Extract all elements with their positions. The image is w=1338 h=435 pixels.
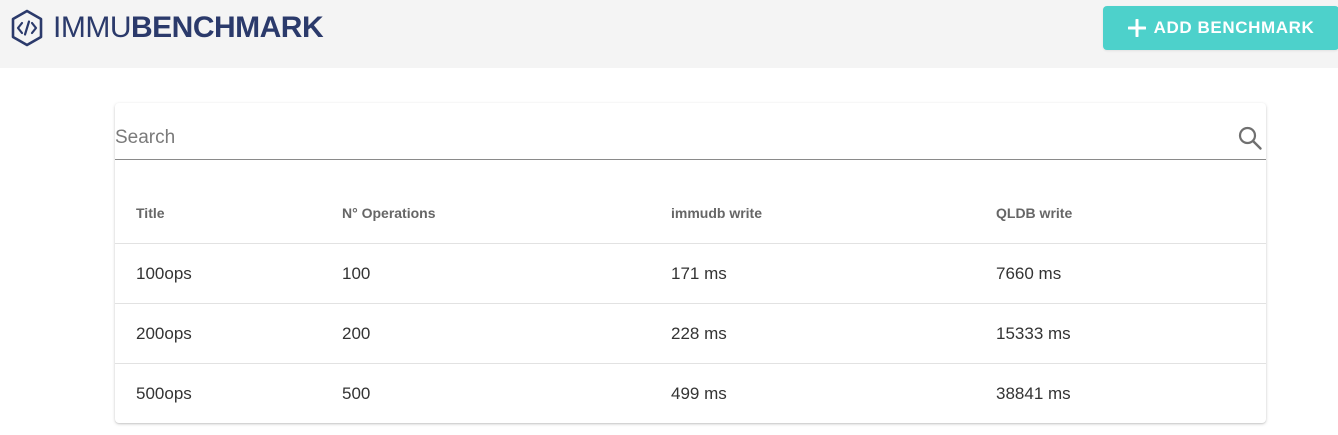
add-benchmark-label: ADD BENCHMARK (1153, 18, 1315, 37)
top-app-bar: IMMUBENCHMARK ADD BENCHMARK (0, 0, 1338, 68)
benchmark-table: Title N° Operations immudb write QLDB wr… (115, 183, 1266, 423)
cell-immudb-write: 499 ms (671, 383, 727, 403)
add-benchmark-button[interactable]: ADD BENCHMARK (1103, 6, 1338, 50)
app-title: IMMUBENCHMARK (53, 8, 324, 48)
table-row[interactable]: 500ops 500 499 ms 38841 ms (115, 364, 1266, 424)
app-logo[interactable]: IMMUBENCHMARK (10, 8, 324, 48)
cell-qldb-write: 15333 ms (996, 303, 1266, 364)
column-header-immudb-write[interactable]: immudb write (671, 183, 996, 244)
cell-immudb-write: 171 ms (671, 243, 996, 304)
search-bar (115, 117, 1266, 160)
app-title-bold: BENCHMARK (130, 11, 324, 44)
column-header-title[interactable]: Title (115, 183, 342, 244)
cell-title: 500ops (136, 383, 192, 403)
cell-title: 100ops (115, 243, 342, 304)
cell-operations: 500 (342, 383, 371, 403)
cell-title: 200ops (115, 303, 342, 364)
benchmark-card: Title N° Operations immudb write QLDB wr… (115, 103, 1266, 423)
code-hexagon-icon (11, 9, 43, 47)
cell-qldb-write: 7660 ms (996, 243, 1266, 304)
app-title-light: IMMU (53, 11, 131, 44)
search-icon[interactable] (1237, 125, 1263, 151)
plus-icon (1127, 19, 1146, 37)
table-row[interactable]: 200ops 200 228 ms 15333 ms (115, 303, 1266, 364)
column-header-operations[interactable]: N° Operations (342, 183, 671, 244)
cell-immudb-write: 228 ms (671, 303, 996, 364)
cell-qldb-write: 38841 ms (996, 383, 1071, 403)
table-row[interactable]: 100ops 100 171 ms 7660 ms (115, 243, 1266, 304)
cell-operations: 200 (342, 303, 671, 364)
column-header-qldb-write[interactable]: QLDB write (996, 183, 1266, 244)
cell-operations: 100 (342, 243, 671, 304)
search-input[interactable] (115, 123, 1215, 153)
table-header-row: Title N° Operations immudb write QLDB wr… (115, 183, 1266, 244)
